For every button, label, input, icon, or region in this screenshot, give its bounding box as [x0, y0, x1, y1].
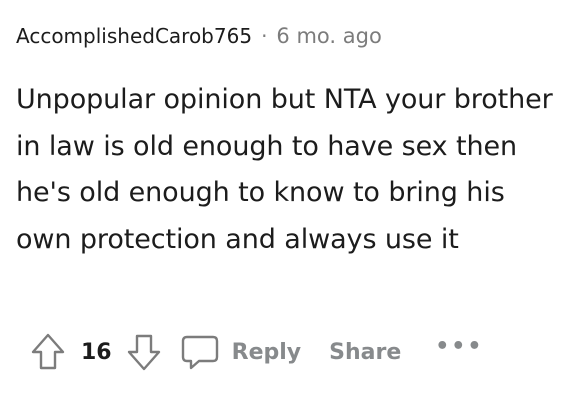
comment-author[interactable]: AccomplishedCarob765	[16, 24, 252, 48]
reply-icon[interactable]	[178, 330, 222, 374]
upvote-icon[interactable]	[28, 330, 68, 374]
downvote-icon[interactable]	[124, 330, 164, 374]
comment-actions: 16 Reply Share •••	[28, 328, 483, 376]
reply-button[interactable]: Reply	[232, 340, 302, 365]
comment-body: Unpopular opinion but NTA your brother i…	[16, 84, 553, 255]
more-options-icon[interactable]: •••	[435, 334, 483, 359]
vote-score: 16	[81, 339, 112, 365]
share-button[interactable]: Share	[329, 340, 401, 365]
comment-timestamp[interactable]: 6 mo. ago	[276, 24, 381, 48]
meta-separator: ·	[261, 24, 268, 48]
comment-meta: AccomplishedCarob765 · 6 mo. ago	[16, 24, 382, 48]
